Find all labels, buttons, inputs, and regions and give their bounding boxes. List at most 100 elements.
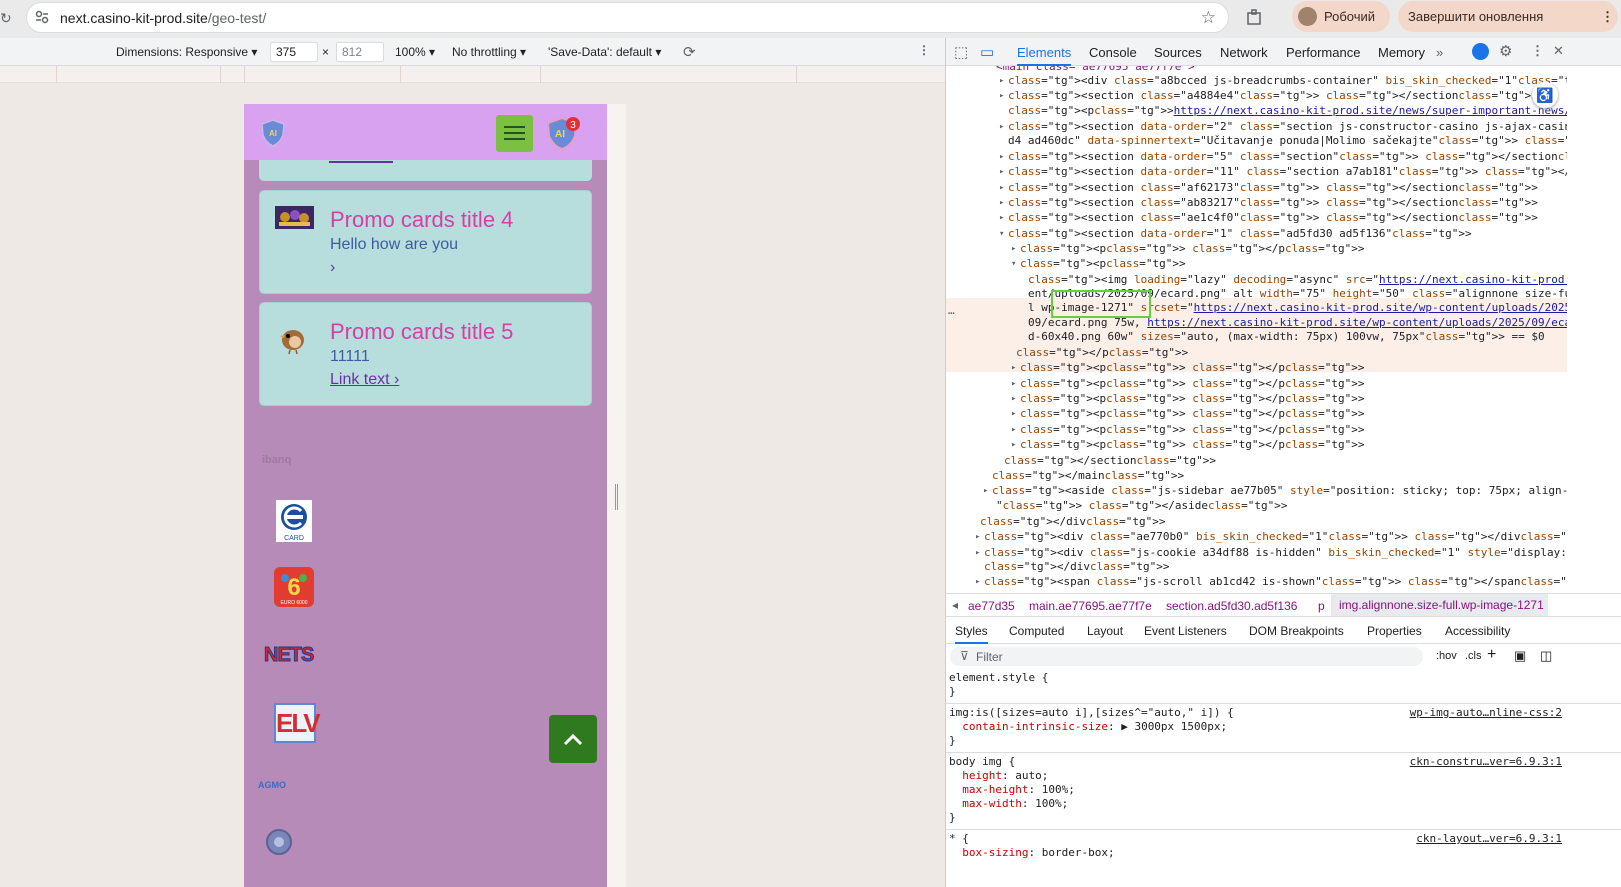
expand-arrow-icon[interactable]: ▸ — [1011, 407, 1016, 421]
expand-arrow-icon[interactable]: ▸ — [999, 120, 1004, 134]
tab-properties[interactable]: Properties — [1367, 624, 1422, 638]
expand-arrow-icon[interactable]: ▸ — [1011, 438, 1016, 452]
extensions-icon[interactable] — [1246, 8, 1264, 26]
css-rule-line[interactable]: img:is([sizes=auto i],[sizes^="auto," i]… — [949, 706, 1234, 720]
dom-node-line[interactable]: 09/ecard.png 75w, https://next.casino-ki… — [1028, 316, 1567, 330]
more-tabs-icon[interactable]: » — [1436, 45, 1443, 60]
expand-arrow-icon[interactable]: ▾ — [1011, 257, 1016, 271]
paint-icon[interactable]: ▣ — [1514, 648, 1526, 664]
media-query-ruler[interactable] — [0, 66, 945, 83]
dom-node-line[interactable]: class="tg"><pclass="tg">> class="tg"></p… — [1020, 361, 1364, 375]
breadcrumb-item[interactable]: p — [1318, 599, 1325, 613]
css-rule-line[interactable]: max-width: 100%; — [949, 797, 1068, 811]
dom-node-line[interactable]: d4 ad460dc" data-spinnertext="Učitavanje… — [1008, 134, 1567, 148]
ai-badge-icon[interactable]: AI 3 — [546, 115, 581, 151]
zoom-select[interactable]: 100% ▾ — [395, 45, 435, 59]
logo-shield-icon[interactable]: AI — [261, 119, 285, 147]
expand-arrow-icon[interactable]: ▸ — [1011, 361, 1016, 375]
dom-node-line[interactable]: class="tg"><section class="ab83217"class… — [1008, 196, 1538, 210]
dom-node-line[interactable]: class="tg"></sectionclass="tg">> — [1004, 454, 1216, 468]
tab-accessibility[interactable]: Accessibility — [1445, 624, 1510, 638]
dom-node-line[interactable]: class="tg"><div class="ae770b0" bis_skin… — [984, 530, 1567, 544]
expand-arrow-icon[interactable]: ▸ — [1011, 392, 1016, 406]
expand-arrow-icon[interactable]: ▸ — [983, 484, 988, 498]
dom-node-line[interactable]: class="tg"><pclass="tg">>https://next.ca… — [1008, 104, 1567, 118]
expand-arrow-icon[interactable]: ▸ — [999, 89, 1004, 103]
css-rule-line[interactable]: box-sizing: border-box; — [949, 846, 1114, 860]
card-link[interactable]: › — [330, 259, 335, 277]
expand-arrow-icon[interactable]: ▾ — [999, 227, 1004, 241]
profile-button[interactable]: Робочий — [1292, 1, 1390, 32]
dom-node-line[interactable]: class="tg"><section class="ae1c4f0"class… — [1008, 211, 1538, 225]
bookmark-star-icon[interactable]: ☆ — [1201, 8, 1216, 28]
device-toggle-icon[interactable]: ▭ — [980, 43, 994, 61]
style-rules[interactable]: element.style {} wp-img-auto…nline-css:2 i… — [946, 669, 1621, 887]
dom-node-line[interactable]: class="tg"><img loading="lazy" decoding=… — [1028, 273, 1567, 287]
dom-node-line[interactable]: class="tg"><div class="js-cookie a34df88… — [984, 546, 1567, 560]
dom-node-line[interactable]: class="tg"></divclass="tg">> — [984, 560, 1169, 574]
rule-source-link[interactable]: ckn-layout…ver=6.9.3:1 — [1416, 832, 1562, 845]
site-info-icon[interactable] — [35, 10, 49, 24]
node-ellipsis-icon[interactable]: … — [948, 304, 955, 317]
css-rule-line[interactable]: } — [949, 811, 956, 825]
devtools-more-icon[interactable]: ⋮ — [1531, 43, 1544, 59]
tab-dom-breakpoints[interactable]: DOM Breakpoints — [1249, 624, 1344, 638]
promo-card[interactable]: Promo cards title 4 Hello how are you › — [259, 190, 592, 294]
dom-node-line[interactable]: class="tg"><section data-order="11" clas… — [1008, 165, 1567, 179]
breadcrumb-item-selected[interactable]: img.alignnone.size-full.wp-image-1271 — [1331, 594, 1548, 616]
dom-node-line[interactable]: class="tg"><div class="a8bcced js-breadc… — [1008, 74, 1567, 88]
dom-node-line[interactable]: class="tg"><section data-order="5" class… — [1008, 150, 1567, 164]
dom-node-line[interactable]: class="tg"></divclass="tg">> — [980, 515, 1165, 529]
expand-arrow-icon[interactable]: ▸ — [1011, 377, 1016, 391]
css-rule-line[interactable]: element.style { — [949, 671, 1048, 685]
dom-node-line[interactable]: class="tg"><aside class="js-sidebar ae77… — [992, 484, 1567, 498]
breadcrumb-item[interactable]: main.ae77695.ae77f7e — [1029, 599, 1152, 613]
css-rule-line[interactable]: body img { — [949, 755, 1015, 769]
breadcrumb-item[interactable]: ae77d35 — [968, 599, 1015, 613]
promo-card[interactable]: Promo cards title 5 11111 Link text › — [259, 302, 592, 406]
tab-console[interactable]: Console — [1089, 45, 1137, 60]
tab-network[interactable]: Network — [1220, 45, 1268, 60]
tab-elements[interactable]: Elements — [1017, 45, 1072, 66]
hov-toggle[interactable]: :hov — [1436, 650, 1457, 662]
dom-node-line[interactable]: class="tg"><section class="af62173"class… — [1008, 181, 1538, 195]
expand-arrow-icon[interactable]: ▸ — [999, 211, 1004, 225]
save-data-select[interactable]: 'Save-Data': default ▾ — [548, 45, 661, 59]
css-rule-line[interactable]: * { — [949, 832, 969, 846]
expand-arrow-icon[interactable]: ▸ — [999, 150, 1004, 164]
expand-arrow-icon[interactable]: ▸ — [999, 165, 1004, 179]
width-input[interactable]: 375 — [270, 42, 318, 62]
toggle-sidebar-icon[interactable]: ◫ — [1540, 648, 1552, 664]
dom-node-line[interactable]: class="tg"></mainclass="tg">> — [992, 469, 1184, 483]
css-rule-line[interactable]: max-height: 100%; — [949, 783, 1075, 797]
dom-node-line[interactable]: class="tg"><section class="a4884e4"class… — [1008, 89, 1538, 103]
rotate-icon[interactable]: ⟳ — [683, 43, 696, 61]
breadcrumb-left-icon[interactable]: ◂ — [952, 598, 958, 612]
tab-styles[interactable]: Styles — [955, 624, 988, 644]
settings-gear-icon[interactable]: ⚙ — [1499, 42, 1512, 60]
inspect-element-icon[interactable]: ⬚ — [954, 43, 968, 61]
dom-node-line[interactable]: d-60x40.png 60w" sizes="auto, (max-width… — [1028, 330, 1545, 344]
resize-strip[interactable] — [607, 104, 626, 887]
expand-arrow-icon[interactable]: ▸ — [1011, 242, 1016, 256]
accessibility-tree-icon[interactable]: ♿ — [1532, 82, 1558, 108]
scroll-to-top-button[interactable] — [549, 715, 597, 763]
dom-node-line[interactable]: class="tg"><pclass="tg">> class="tg"></p… — [1020, 392, 1364, 406]
expand-arrow-icon[interactable]: ▸ — [1011, 423, 1016, 437]
dom-node-line[interactable]: "class="tg">> class="tg"></asideclass="t… — [996, 499, 1287, 513]
more-menu-icon[interactable]: ⋮ — [1601, 1, 1614, 32]
expand-arrow-icon[interactable]: ▸ — [975, 530, 980, 544]
styles-filter-input[interactable]: ⊽ Filter — [950, 647, 1423, 666]
dimensions-select[interactable]: Dimensions: Responsive ▾ — [116, 45, 257, 59]
css-rule-line[interactable]: } — [949, 734, 956, 748]
expand-arrow-icon[interactable]: ▸ — [975, 546, 980, 560]
card-link[interactable]: Link text › — [330, 371, 399, 389]
tab-event-listeners[interactable]: Event Listeners — [1144, 624, 1227, 638]
dom-node-line[interactable]: class="tg"><pclass="tg">> class="tg"></p… — [1020, 423, 1364, 437]
dom-node-line[interactable]: class="tg"><section data-order="1" class… — [1008, 227, 1472, 241]
dom-node-line[interactable]: class="tg"><span class="js-scroll ab1cd4… — [984, 575, 1567, 589]
expand-arrow-icon[interactable]: ▸ — [999, 196, 1004, 210]
throttling-select[interactable]: No throttling ▾ — [452, 45, 526, 59]
css-rule-line[interactable]: height: auto; — [949, 769, 1048, 783]
tab-memory[interactable]: Memory — [1378, 45, 1425, 60]
